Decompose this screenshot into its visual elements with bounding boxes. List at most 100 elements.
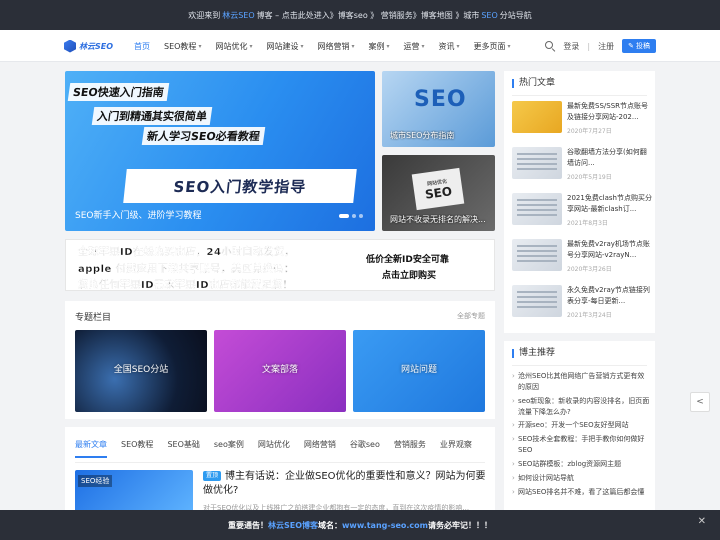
nav-item-more-pages[interactable]: 更多页面 ▾ bbox=[474, 41, 511, 52]
topbar-links[interactable]: 博客 – 点击此处进入》博客seo 》 营销服务》博客地图 》城市 bbox=[257, 10, 480, 21]
slider-dot-active[interactable] bbox=[339, 214, 349, 218]
nav-label: 网络营销 bbox=[317, 41, 350, 51]
ad-line-1: 全球苹果ID在线购买商店，24小时自动发货， bbox=[78, 247, 295, 258]
hero-side-card-indexing[interactable]: 网站优化 SEO 网站不收录无排名的解决... bbox=[382, 155, 495, 231]
hero-line-1: SEO快速入门指南 bbox=[67, 83, 170, 101]
hero-slider[interactable]: SEO快速入门指南 入门到精通其实很简单 新人学习SEO必看教程 SEO入门教学… bbox=[65, 71, 375, 231]
hero-headline: SEO入门教学指导 bbox=[123, 169, 357, 203]
post-thumbnail[interactable]: SEO经验 bbox=[75, 470, 193, 512]
topbar-brand-link[interactable]: 林云SEO bbox=[222, 10, 254, 21]
notice-domain-label: 域名： bbox=[318, 520, 343, 530]
hero-caption[interactable]: SEO新手入门级、进阶学习教程 bbox=[75, 208, 201, 221]
slider-dot[interactable] bbox=[352, 214, 356, 218]
slider-dot[interactable] bbox=[359, 214, 363, 218]
item-title: 最新免费v2ray机场节点账号分享网站-v2rayN... bbox=[567, 240, 650, 259]
tab-industry[interactable]: 业界观察 bbox=[440, 439, 472, 450]
tag-title: SEO bbox=[424, 183, 453, 202]
topic-card[interactable]: 全国SEO分站 bbox=[75, 330, 207, 412]
post-article-button[interactable]: ✎ 投稿 bbox=[622, 39, 656, 53]
nav-label: 网站建设 bbox=[266, 41, 299, 51]
recommended-widget: 博主推荐 沧州SEO比其他网络广告营销方式更有效的原因 seo新现象：新收录的内… bbox=[504, 341, 655, 516]
topic-card[interactable]: 网站问题 bbox=[353, 330, 485, 412]
main-nav: 首页 SEO教程 ▾ 网站优化 ▾ 网站建设 ▾ 网络营销 ▾ 案例 ▾ 运营 ▾ 资讯 ▾ … bbox=[134, 30, 511, 62]
post-title[interactable]: 置顶 博主有话说：企业做SEO优化的重要性和意义？网站为何要做优化? bbox=[203, 470, 489, 498]
list-item[interactable]: 开源seo：开发一个SEO友好型网站 bbox=[512, 420, 650, 431]
nav-item-site-building[interactable]: 网站建设 ▾ bbox=[266, 41, 303, 52]
close-icon[interactable]: ✕ bbox=[698, 516, 706, 527]
tab-site-optimization[interactable]: 网站优化 bbox=[258, 439, 290, 450]
login-separator: | bbox=[587, 41, 591, 51]
tab-seo-tutorial[interactable]: SEO教程 bbox=[121, 439, 153, 450]
nav-label: 首页 bbox=[134, 41, 150, 51]
footer-notice-bar: 重要通告！ 林云SEO博客 域名： www.tang-seo.com 请务必牢记… bbox=[0, 510, 720, 540]
all-topics-link[interactable]: 全部专题 bbox=[457, 311, 485, 321]
chevron-down-icon: ▾ bbox=[249, 42, 253, 50]
tab-latest[interactable]: 最新文章 bbox=[75, 439, 107, 458]
seo-tag-image: 网站优化 SEO bbox=[411, 167, 465, 211]
list-item[interactable]: 最新免费SS/SSR节点账号及链接分享网站-202... 2020年7月27日 bbox=[512, 101, 652, 145]
item-title: 永久免费v2ray节点链接列表分享-每日更新... bbox=[567, 286, 650, 305]
hero-side-card-city-seo[interactable]: SEO 城市SEO分布指南 bbox=[382, 71, 495, 147]
item-title: 最新免费SS/SSR节点账号及链接分享网站-202... bbox=[567, 102, 648, 121]
tab-seo-cases[interactable]: seo案例 bbox=[214, 439, 244, 450]
notice-domain-link[interactable]: www.tang-seo.com bbox=[342, 521, 428, 530]
item-date: 2020年3月26日 bbox=[567, 266, 612, 273]
topbar-subsite-link[interactable]: 分站导航 bbox=[500, 10, 532, 21]
thumbnail bbox=[512, 147, 562, 179]
list-item[interactable]: seo新现象：新收录的内容没排名，旧页面流量下降怎么办? bbox=[512, 396, 650, 418]
ad-banner[interactable]: 全球苹果ID在线购买商店，24小时自动发货， apple 付费应用下载共享账号，… bbox=[65, 239, 495, 291]
widget-title: 热门文章 bbox=[512, 79, 555, 88]
ad-buy-now[interactable]: 点击立即购买 bbox=[382, 268, 436, 281]
slider-dots bbox=[339, 214, 363, 218]
widget-divider bbox=[512, 365, 647, 366]
tab-marketing[interactable]: 网络营销 bbox=[304, 439, 336, 450]
tab-seo-basics[interactable]: SEO基础 bbox=[167, 439, 199, 450]
nav-item-marketing[interactable]: 网络营销 ▾ bbox=[317, 41, 354, 52]
list-item[interactable]: SEO技术全套教程：手把手教你如何做好SEO bbox=[512, 434, 650, 456]
list-item[interactable]: 谷歌翻墙方法分享(如何翻墙访问... 2020年5月19日 bbox=[512, 147, 652, 191]
post-title-text: 博主有话说：企业做SEO优化的重要性和意义？网站为何要做优化? bbox=[203, 471, 486, 496]
list-item[interactable]: SEO站群模板：zblog资源网主题 bbox=[512, 459, 650, 470]
nav-label: SEO教程 bbox=[164, 41, 197, 51]
notice-suffix: 请务必牢记！！！ bbox=[428, 520, 492, 530]
nav-item-site-optimization[interactable]: 网站优化 ▾ bbox=[215, 41, 252, 52]
widget-title: 博主推荐 bbox=[512, 349, 555, 358]
list-item[interactable]: 沧州SEO比其他网络广告营销方式更有效的原因 bbox=[512, 371, 650, 393]
list-item[interactable]: 如何设计网站导航 bbox=[512, 473, 650, 484]
tab-google-seo[interactable]: 谷歌seo bbox=[350, 439, 380, 450]
top-announcement-bar: 欢迎来到 林云SEO 博客 – 点击此处进入》博客seo 》 营销服务》博客地图… bbox=[0, 0, 720, 30]
notice-brand-link[interactable]: 林云SEO博客 bbox=[268, 520, 318, 531]
topbar-city-link[interactable]: SEO bbox=[481, 11, 497, 20]
nav-label: 更多页面 bbox=[473, 41, 506, 51]
topics-section: 专题栏目 全部专题 全国SEO分站 文案部落 网站问题 bbox=[65, 301, 495, 419]
register-link[interactable]: 注册 bbox=[598, 41, 614, 52]
ad-line-3: 您的任何苹果ID需求苹果ID商店都能满足您！ bbox=[78, 280, 294, 291]
hero-line-2: 入门到精通其实很简单 bbox=[91, 107, 213, 125]
tab-services[interactable]: 营销服务 bbox=[394, 439, 426, 450]
item-date: 2021年3月24日 bbox=[567, 312, 612, 319]
chevron-down-icon: ▾ bbox=[198, 42, 202, 50]
nav-item-operations[interactable]: 运营 ▾ bbox=[404, 41, 425, 52]
site-logo[interactable]: 林云SEO bbox=[64, 38, 113, 54]
logo-cube-icon bbox=[64, 39, 76, 53]
post-button-label: 投稿 bbox=[636, 42, 650, 50]
item-title: 谷歌翻墙方法分享(如何翻墙访问... bbox=[567, 148, 647, 167]
login-link[interactable]: 登录 bbox=[563, 41, 579, 52]
share-icon[interactable]: < bbox=[690, 392, 710, 412]
nav-item-news[interactable]: 资讯 ▾ bbox=[439, 41, 460, 52]
widget-divider bbox=[512, 95, 647, 96]
topic-card[interactable]: 文案部落 bbox=[214, 330, 346, 412]
nav-item-cases[interactable]: 案例 ▾ bbox=[369, 41, 390, 52]
hero-side-caption: 城市SEO分布指南 bbox=[390, 131, 455, 140]
list-item[interactable]: 2021免费clash节点购买分享网站-最新clash订... 2021年8月3… bbox=[512, 193, 652, 237]
search-icon[interactable] bbox=[545, 41, 555, 51]
list-item[interactable]: 永久免费v2ray节点链接列表分享-每日更新... 2021年3月24日 bbox=[512, 285, 652, 329]
list-item[interactable]: 最新免费v2ray机场节点账号分享网站-v2rayN... 2020年3月26日 bbox=[512, 239, 652, 283]
list-item[interactable]: 网站SEO排名并不难，看了这篇后都会懂 bbox=[512, 487, 650, 498]
thumbnail bbox=[512, 239, 562, 271]
nav-item-seo-tutorial[interactable]: SEO教程 ▾ bbox=[164, 41, 201, 52]
recommend-list: 沧州SEO比其他网络广告营销方式更有效的原因 seo新现象：新收录的内容没排名，… bbox=[512, 371, 650, 500]
nav-item-home[interactable]: 首页 bbox=[134, 41, 150, 52]
chevron-down-icon: ▾ bbox=[507, 42, 511, 50]
hero-side-caption: 网站不收录无排名的解决... bbox=[390, 215, 486, 224]
